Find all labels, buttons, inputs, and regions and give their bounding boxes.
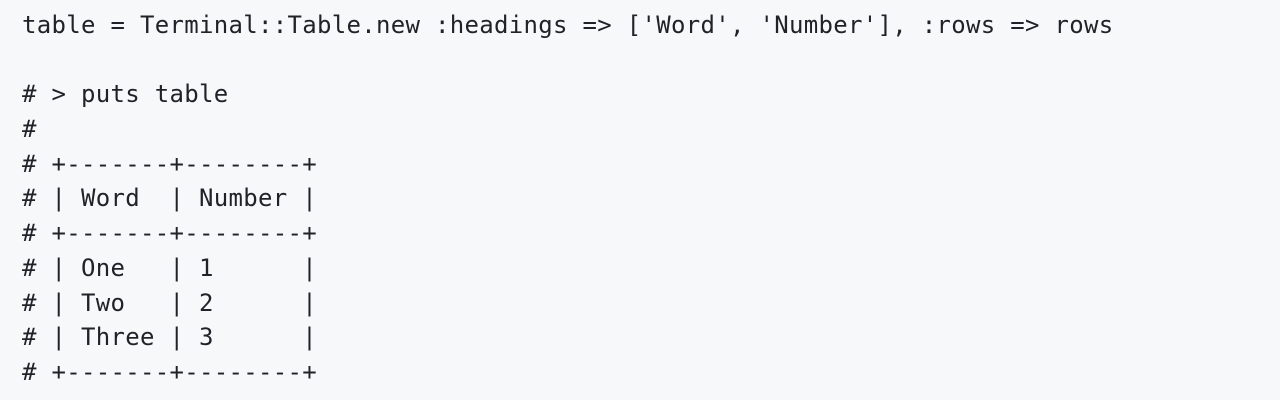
code-line-table-border-mid: # +-------+--------+: [22, 219, 317, 248]
code-line-table-row-three: # | Three | 3 |: [22, 323, 317, 352]
code-line-puts-comment: # > puts table: [22, 80, 229, 109]
code-line-table-row-two: # | Two | 2 |: [22, 288, 317, 317]
code-line-table-border-bottom: # +-------+--------+: [22, 357, 317, 386]
code-line-table-assignment: table = Terminal::Table.new :headings =>…: [22, 11, 1114, 39]
code-line-table-border-top: # +-------+--------+: [22, 149, 317, 178]
code-line-table-row-one: # | One | 1 |: [22, 253, 317, 282]
code-block: table = Terminal::Table.new :headings =>…: [0, 0, 1280, 400]
code-line-comment-marker: #: [22, 115, 37, 144]
code-line-table-header: # | Word | Number |: [22, 184, 317, 213]
